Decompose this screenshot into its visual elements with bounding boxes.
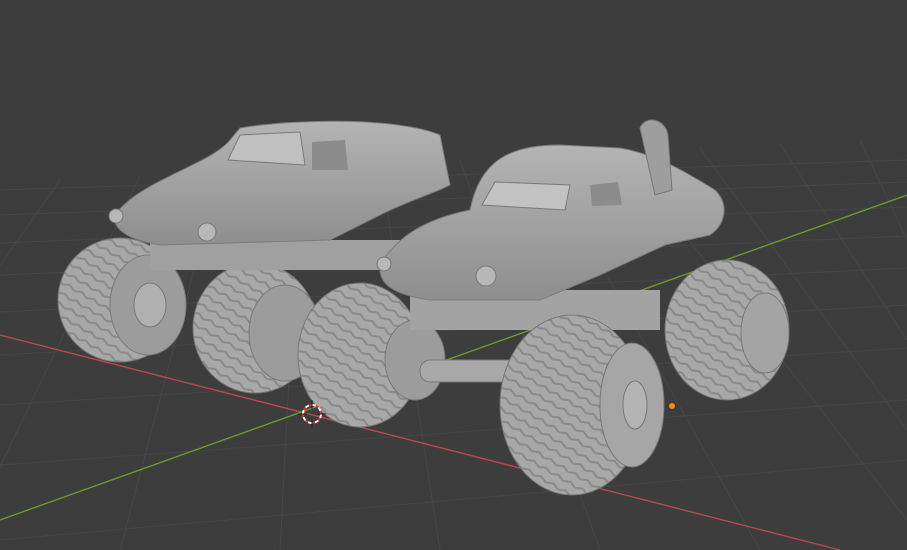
windshield xyxy=(481,181,571,211)
viewport-canvas[interactable] xyxy=(0,0,907,550)
headlight xyxy=(475,265,497,287)
windshield xyxy=(227,131,306,166)
hub xyxy=(622,380,648,430)
object-origin-icon[interactable] xyxy=(669,403,675,409)
headlight xyxy=(108,208,124,224)
3d-viewport[interactable] xyxy=(0,0,907,550)
rim xyxy=(740,292,790,374)
side-window xyxy=(312,140,348,170)
hub xyxy=(133,282,167,328)
side-window xyxy=(590,182,622,206)
headlight xyxy=(376,256,392,272)
headlight xyxy=(197,222,217,242)
